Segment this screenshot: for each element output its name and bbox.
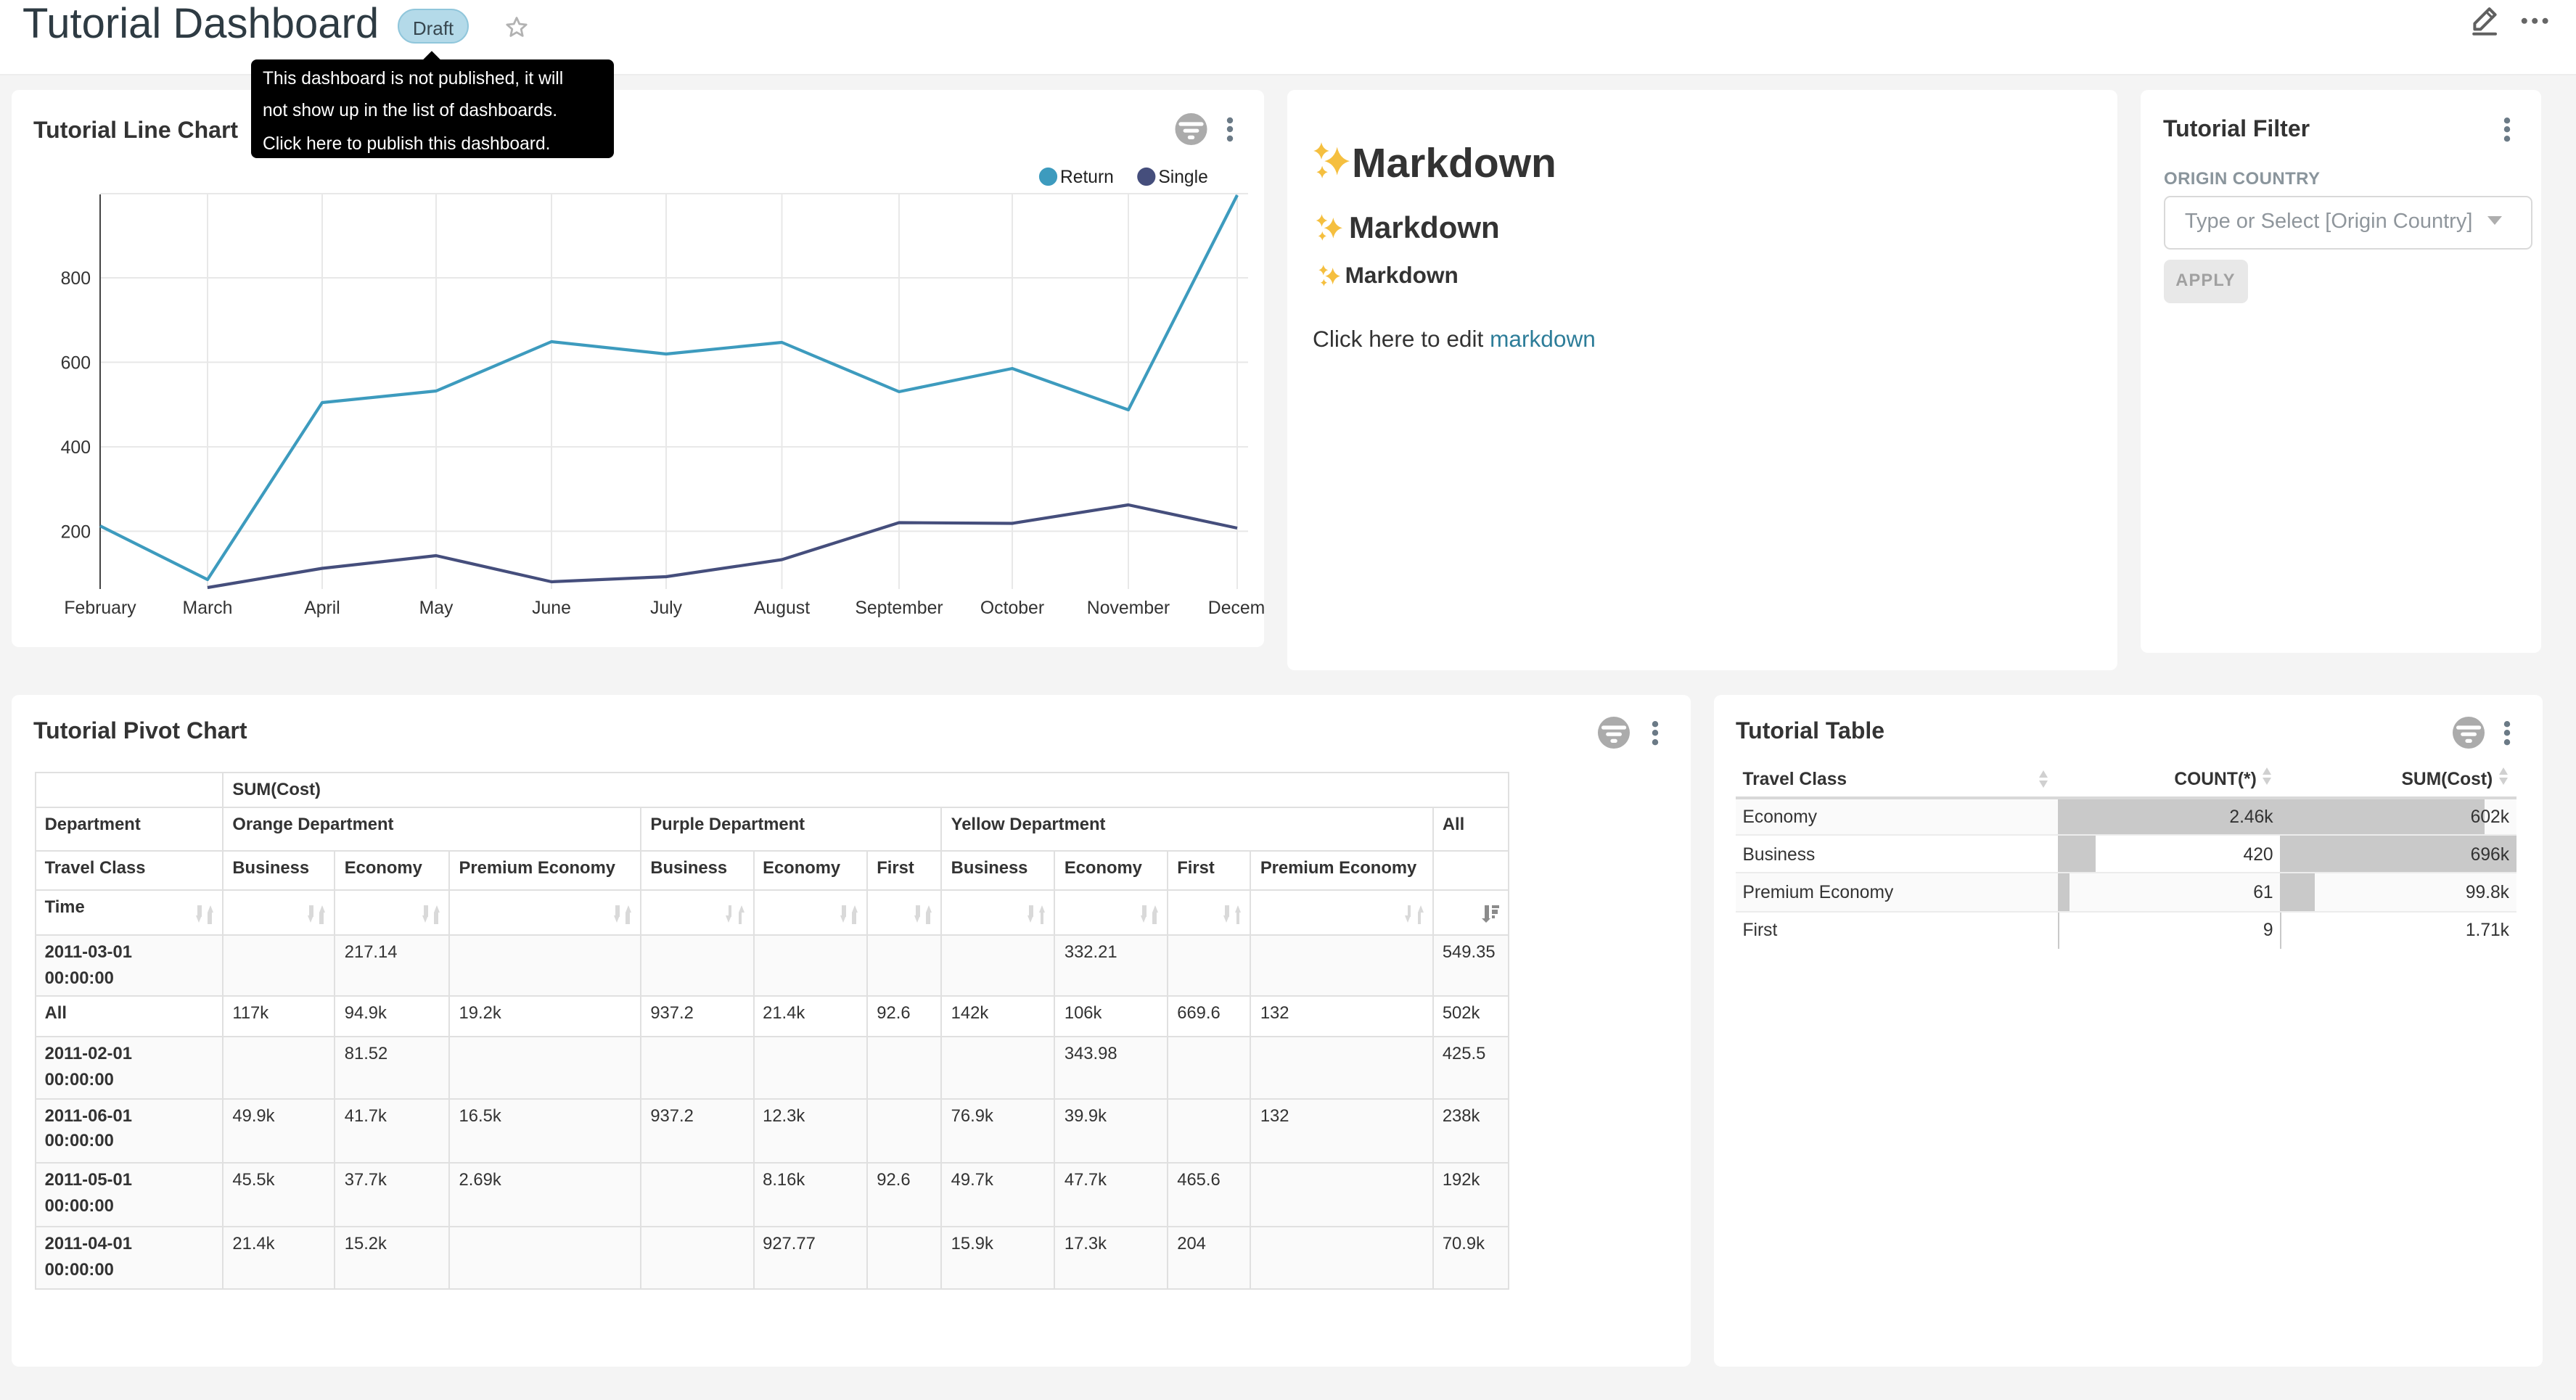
svg-text:600: 600 — [60, 353, 90, 373]
svg-text:May: May — [419, 598, 453, 618]
svg-text:July: July — [649, 598, 682, 618]
svg-text:December: December — [1207, 598, 1264, 618]
svg-text:June: June — [531, 598, 570, 618]
svg-text:Return: Return — [1059, 168, 1113, 187]
svg-text:August: August — [753, 598, 809, 618]
svg-text:March: March — [182, 598, 232, 618]
svg-text:400: 400 — [60, 438, 90, 458]
svg-text:April: April — [303, 598, 340, 618]
svg-text:November: November — [1086, 598, 1169, 618]
svg-text:February: February — [63, 598, 136, 618]
svg-text:200: 200 — [60, 522, 90, 542]
svg-text:800: 800 — [60, 269, 90, 289]
svg-text:October: October — [980, 598, 1043, 618]
svg-text:September: September — [854, 598, 942, 618]
svg-text:Single: Single — [1157, 168, 1207, 187]
